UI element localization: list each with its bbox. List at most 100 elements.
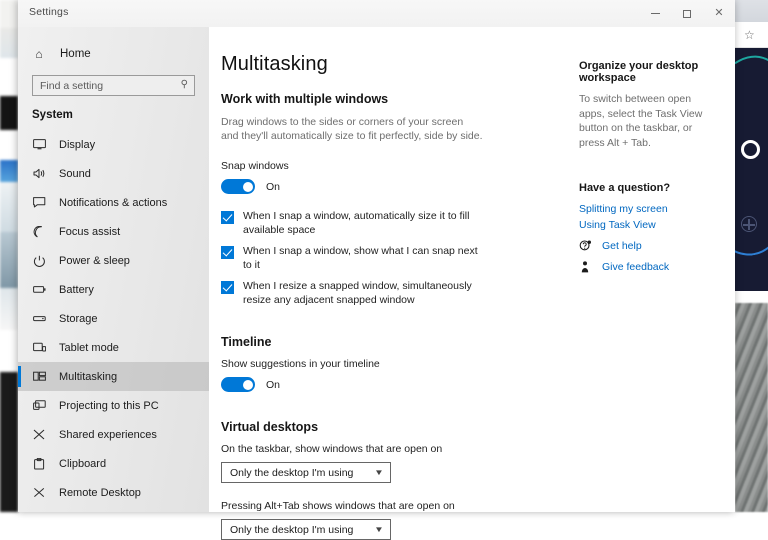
alttab-desktop-dropdown[interactable]: Only the desktop I'm using ▼ [221, 519, 391, 540]
related-info-pane: Organize your desktop workspace To switc… [561, 27, 735, 512]
snap-autosize-checkbox-row[interactable]: When I snap a window, automatically size… [221, 210, 487, 237]
timeline-suggestions-toggle[interactable] [221, 377, 255, 392]
clipboard-icon [32, 458, 46, 470]
snap-resize-checkbox-row[interactable]: When I resize a snapped window, simultan… [221, 280, 487, 307]
sidebar-item-multitasking[interactable]: Multitasking [18, 362, 209, 391]
search-input[interactable] [33, 76, 194, 95]
multitasking-settings-panel: Multitasking Work with multiple windows … [209, 27, 561, 512]
background-texture-image [735, 303, 768, 512]
monitor-icon [32, 139, 46, 150]
title-bar[interactable]: Settings ✕ [18, 0, 735, 27]
checkbox-label: When I snap a window, show what I can sn… [243, 245, 487, 272]
get-help-icon [579, 240, 592, 252]
sidebar-item-tablet-mode[interactable]: Tablet mode [18, 333, 209, 362]
checkbox-checked-icon[interactable] [221, 211, 234, 224]
sidebar-item-label: Clipboard [59, 458, 106, 470]
sidebar-item-notifications[interactable]: Notifications & actions [18, 188, 209, 217]
snap-windows-toggle-state: On [266, 181, 280, 193]
taskbar-dropdown-label: On the taskbar, show windows that are op… [221, 443, 561, 455]
give-feedback-icon [579, 261, 592, 273]
get-help-label: Get help [602, 240, 642, 252]
settings-window: Settings ✕ ⌂ Home ⚲ System [18, 0, 735, 512]
sidebar-item-storage[interactable]: Storage [18, 304, 209, 333]
sidebar-item-clipboard[interactable]: Clipboard [18, 449, 209, 478]
snap-section-description: Drag windows to the sides or corners of … [221, 115, 483, 143]
sidebar-item-home[interactable]: ⌂ Home [18, 39, 209, 69]
power-icon [32, 255, 46, 267]
sidebar-item-about[interactable]: About [18, 507, 209, 512]
taskbar-desktop-dropdown[interactable]: Only the desktop I'm using ▼ [221, 462, 391, 483]
snap-windows-label: Snap windows [221, 160, 561, 172]
sidebar-item-label: Shared experiences [59, 429, 157, 441]
sidebar-item-projecting[interactable]: Projecting to this PC [18, 391, 209, 420]
close-button[interactable]: ✕ [703, 0, 735, 27]
projecting-icon [32, 400, 46, 411]
window-controls: ✕ [639, 0, 735, 27]
sidebar-item-label: Notifications & actions [59, 197, 167, 209]
sidebar-item-label: Tablet mode [59, 342, 119, 354]
snap-windows-toggle[interactable] [221, 179, 255, 194]
remote-desktop-icon [32, 487, 46, 498]
give-feedback-label: Give feedback [602, 261, 669, 273]
sidebar-item-label: Storage [59, 313, 98, 325]
settings-sidebar[interactable]: ⌂ Home ⚲ System Display Sou [18, 27, 209, 512]
battery-icon [32, 285, 46, 294]
minimize-button[interactable] [639, 0, 671, 27]
sidebar-item-battery[interactable]: Battery [18, 275, 209, 304]
sidebar-item-label: Focus assist [59, 226, 120, 238]
moon-icon [32, 226, 46, 238]
link-splitting-my-screen[interactable]: Splitting my screen [579, 203, 735, 215]
sidebar-item-label: Battery [59, 284, 94, 296]
dropdown-value: Only the desktop I'm using [230, 467, 353, 479]
organize-heading: Organize your desktop workspace [579, 60, 735, 84]
checkbox-label: When I resize a snapped window, simultan… [243, 280, 487, 307]
notification-icon [32, 197, 46, 208]
get-help-row[interactable]: Get help [579, 240, 735, 252]
background-browser-left [0, 0, 18, 512]
sidebar-item-focus-assist[interactable]: Focus assist [18, 217, 209, 246]
home-icon: ⌂ [32, 47, 46, 61]
link-using-task-view[interactable]: Using Task View [579, 219, 735, 231]
timeline-suggestions-label: Show suggestions in your timeline [221, 358, 561, 370]
multitasking-icon [32, 371, 46, 382]
bookmark-star-icon: ☆ [744, 28, 755, 42]
timeline-section-heading: Timeline [221, 335, 561, 349]
window-title: Settings [29, 6, 69, 18]
background-content-gap [735, 291, 768, 303]
checkbox-checked-icon[interactable] [221, 281, 234, 294]
organize-text: To switch between open apps, select the … [579, 92, 719, 150]
sidebar-item-label: Sound [59, 168, 91, 180]
sidebar-item-display[interactable]: Display [18, 130, 209, 159]
chevron-down-icon: ▼ [374, 468, 384, 477]
sidebar-item-remote-desktop[interactable]: Remote Desktop [18, 478, 209, 507]
background-browser-right: ☆ [735, 0, 768, 512]
sidebar-item-power-sleep[interactable]: Power & sleep [18, 246, 209, 275]
timeline-toggle-state: On [266, 379, 280, 391]
dropdown-value: Only the desktop I'm using [230, 524, 353, 536]
virtual-desktops-section-heading: Virtual desktops [221, 420, 561, 434]
maximize-button[interactable] [671, 0, 703, 27]
checkbox-label: When I snap a window, automatically size… [243, 210, 487, 237]
settings-content: Multitasking Work with multiple windows … [209, 27, 735, 512]
sidebar-item-label: Multitasking [59, 371, 117, 383]
sidebar-item-sound[interactable]: Sound [18, 159, 209, 188]
background-hero-image [735, 48, 768, 291]
chevron-down-icon: ▼ [374, 525, 384, 534]
search-icon[interactable]: ⚲ [181, 79, 188, 90]
tablet-icon [32, 342, 46, 353]
storage-icon [32, 314, 46, 323]
sidebar-item-label: Power & sleep [59, 255, 130, 267]
sidebar-section-title: System [18, 96, 209, 130]
background-browser-tabstrip [735, 0, 768, 22]
alttab-dropdown-label: Pressing Alt+Tab shows windows that are … [221, 500, 561, 512]
sidebar-item-shared-experiences[interactable]: Shared experiences [18, 420, 209, 449]
give-feedback-row[interactable]: Give feedback [579, 261, 735, 273]
snap-suggestions-checkbox-row[interactable]: When I snap a window, show what I can sn… [221, 245, 487, 272]
checkbox-checked-icon[interactable] [221, 246, 234, 259]
timeline-toggle-row: On [221, 377, 561, 392]
search-box[interactable]: ⚲ [32, 75, 195, 96]
sidebar-item-label: Display [59, 139, 95, 151]
search-container: ⚲ [18, 69, 209, 96]
question-heading: Have a question? [579, 182, 735, 194]
page-title: Multitasking [221, 53, 561, 76]
